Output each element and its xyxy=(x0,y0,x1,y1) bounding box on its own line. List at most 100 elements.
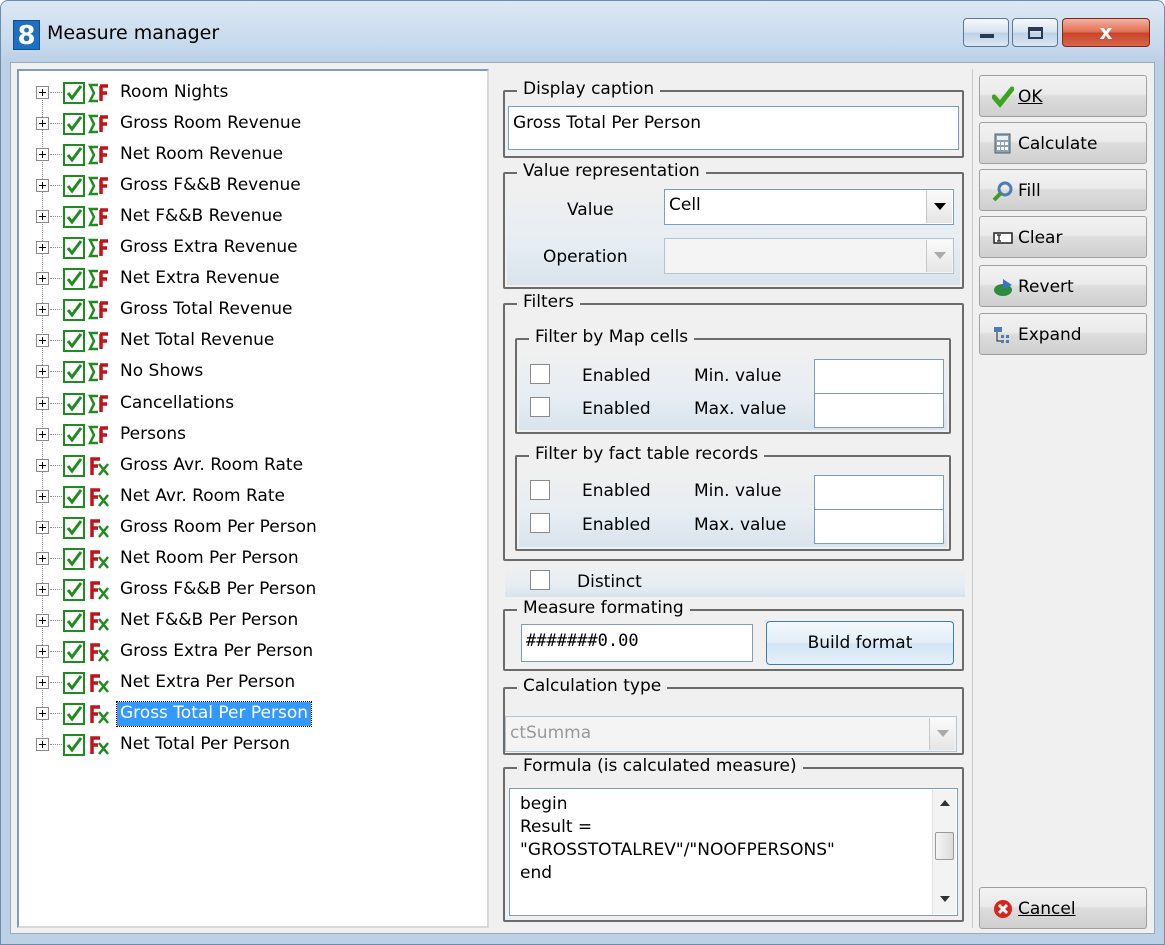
chevron-down-icon[interactable] xyxy=(929,718,955,750)
map-min-value-input[interactable] xyxy=(814,359,944,394)
tree-item[interactable]: Net Room Per Person xyxy=(19,543,479,573)
tree-item[interactable]: Net F&&B Revenue xyxy=(19,201,479,231)
expand-plus-icon[interactable] xyxy=(36,489,49,503)
visible-checkbox[interactable] xyxy=(63,299,85,322)
expand-plus-icon[interactable] xyxy=(36,396,49,410)
visible-checkbox[interactable] xyxy=(63,423,85,446)
expand-plus-icon[interactable] xyxy=(36,148,49,162)
ok-button[interactable]: OK xyxy=(979,75,1147,117)
expand-plus-icon[interactable] xyxy=(36,210,49,224)
tree-item[interactable]: Persons xyxy=(19,419,479,449)
calculate-button[interactable]: Calculate xyxy=(979,122,1147,164)
visible-checkbox[interactable] xyxy=(63,82,85,104)
tree-item[interactable]: Gross Extra Per Person xyxy=(19,636,479,666)
expand-plus-icon[interactable] xyxy=(36,613,49,627)
formula-editor[interactable]: begin Result = "GROSSTOTALREV"/"NOOFPERS… xyxy=(509,788,958,916)
tree-item[interactable]: Gross Extra Revenue xyxy=(19,232,479,262)
visible-checkbox[interactable] xyxy=(63,144,85,167)
visible-checkbox[interactable] xyxy=(63,361,85,384)
cancel-button[interactable]: Cancel xyxy=(979,887,1147,929)
formula-scrollbar[interactable] xyxy=(932,790,956,914)
tree-item[interactable]: Gross Total Per Person xyxy=(19,698,479,728)
format-string-input[interactable]: #######0.00 xyxy=(521,624,753,662)
tree-item[interactable]: Gross Total Revenue xyxy=(19,294,479,324)
visible-checkbox[interactable] xyxy=(63,268,85,291)
expand-plus-icon[interactable] xyxy=(36,365,49,379)
minimize-button[interactable] xyxy=(963,18,1009,47)
fact-min-value-input[interactable] xyxy=(814,475,944,510)
visible-checkbox[interactable] xyxy=(63,578,85,601)
map-min-enabled-checkbox[interactable] xyxy=(530,364,550,384)
visible-checkbox[interactable] xyxy=(63,547,85,570)
expand-plus-icon[interactable] xyxy=(36,427,49,441)
operation-select[interactable] xyxy=(664,238,954,274)
fact-max-value-input[interactable] xyxy=(814,509,944,544)
visible-checkbox[interactable] xyxy=(63,609,85,632)
map-max-enabled-checkbox[interactable] xyxy=(530,397,550,417)
visible-checkbox[interactable] xyxy=(63,330,85,353)
calculation-type-select[interactable]: ctSumma xyxy=(505,716,957,752)
visible-checkbox[interactable] xyxy=(63,640,85,663)
expand-plus-icon[interactable] xyxy=(36,241,49,255)
visible-checkbox[interactable] xyxy=(63,454,85,477)
tree-item[interactable]: Net Avr. Room Rate xyxy=(19,481,479,511)
distinct-checkbox[interactable] xyxy=(530,570,550,590)
tree-item[interactable]: Net Extra Revenue xyxy=(19,263,479,293)
visible-checkbox[interactable] xyxy=(63,113,85,136)
visible-checkbox[interactable] xyxy=(63,175,85,198)
tree-item[interactable]: Room Nights xyxy=(19,77,479,107)
expand-plus-icon[interactable] xyxy=(36,458,49,472)
expand-plus-icon[interactable] xyxy=(36,179,49,193)
expand-plus-icon[interactable] xyxy=(36,738,49,752)
tree-item[interactable]: Net Extra Per Person xyxy=(19,667,479,697)
visible-checkbox[interactable] xyxy=(63,206,85,229)
expand-plus-icon[interactable] xyxy=(36,334,49,348)
tree-item[interactable]: Gross F&&B Per Person xyxy=(19,574,479,604)
visible-checkbox[interactable] xyxy=(63,392,85,415)
expand-button[interactable]: Expand xyxy=(979,313,1147,355)
close-button[interactable]: x xyxy=(1062,18,1150,47)
tree-item[interactable]: Net F&&B Per Person xyxy=(19,605,479,635)
chevron-down-icon[interactable] xyxy=(926,240,952,272)
revert-button[interactable]: Revert xyxy=(979,265,1147,307)
tree-item[interactable]: Gross Room Per Person xyxy=(19,512,479,542)
expand-plus-icon[interactable] xyxy=(36,117,49,131)
display-caption-input[interactable]: Gross Total Per Person xyxy=(508,106,959,150)
measure-tree[interactable]: Room Nights Gross Room Revenue Net Room Re… xyxy=(17,69,489,928)
fact-max-enabled-checkbox[interactable] xyxy=(530,513,550,533)
scroll-thumb[interactable] xyxy=(935,832,954,860)
expand-plus-icon[interactable] xyxy=(36,520,49,534)
build-format-button[interactable]: Build format xyxy=(766,621,954,665)
visible-checkbox[interactable] xyxy=(63,671,85,694)
expand-plus-icon[interactable] xyxy=(36,707,49,720)
maximize-button[interactable] xyxy=(1012,18,1058,47)
title-bar[interactable]: 8 Measure manager x xyxy=(1,1,1164,63)
expand-plus-icon[interactable] xyxy=(36,582,49,596)
tree-item[interactable]: Net Room Revenue xyxy=(19,139,479,169)
expand-plus-icon[interactable] xyxy=(36,272,49,286)
visible-checkbox[interactable] xyxy=(63,237,85,260)
visible-checkbox[interactable] xyxy=(63,516,85,539)
visible-checkbox[interactable] xyxy=(63,485,85,508)
tree-item[interactable]: No Shows xyxy=(19,356,479,386)
scroll-down-icon[interactable] xyxy=(940,896,950,902)
visible-checkbox[interactable] xyxy=(63,703,85,725)
tree-item[interactable]: Gross Room Revenue xyxy=(19,108,479,138)
fact-min-enabled-checkbox[interactable] xyxy=(530,480,550,500)
value-select[interactable]: Cell xyxy=(664,189,954,225)
expand-plus-icon[interactable] xyxy=(36,551,49,565)
visible-checkbox[interactable] xyxy=(63,734,85,757)
scroll-up-icon[interactable] xyxy=(940,800,950,806)
expand-plus-icon[interactable] xyxy=(36,303,49,317)
expand-plus-icon[interactable] xyxy=(36,86,49,99)
map-max-value-input[interactable] xyxy=(814,393,944,428)
tree-item[interactable]: Cancellations xyxy=(19,388,479,418)
clear-button[interactable]: Clear xyxy=(979,216,1147,258)
expand-plus-icon[interactable] xyxy=(36,675,49,689)
fill-button[interactable]: Fill xyxy=(979,169,1147,211)
chevron-down-icon[interactable] xyxy=(926,191,952,223)
tree-item[interactable]: Gross F&&B Revenue xyxy=(19,170,479,200)
tree-item[interactable]: Net Total Per Person xyxy=(19,729,479,759)
expand-plus-icon[interactable] xyxy=(36,644,49,658)
tree-item[interactable]: Net Total Revenue xyxy=(19,325,479,355)
